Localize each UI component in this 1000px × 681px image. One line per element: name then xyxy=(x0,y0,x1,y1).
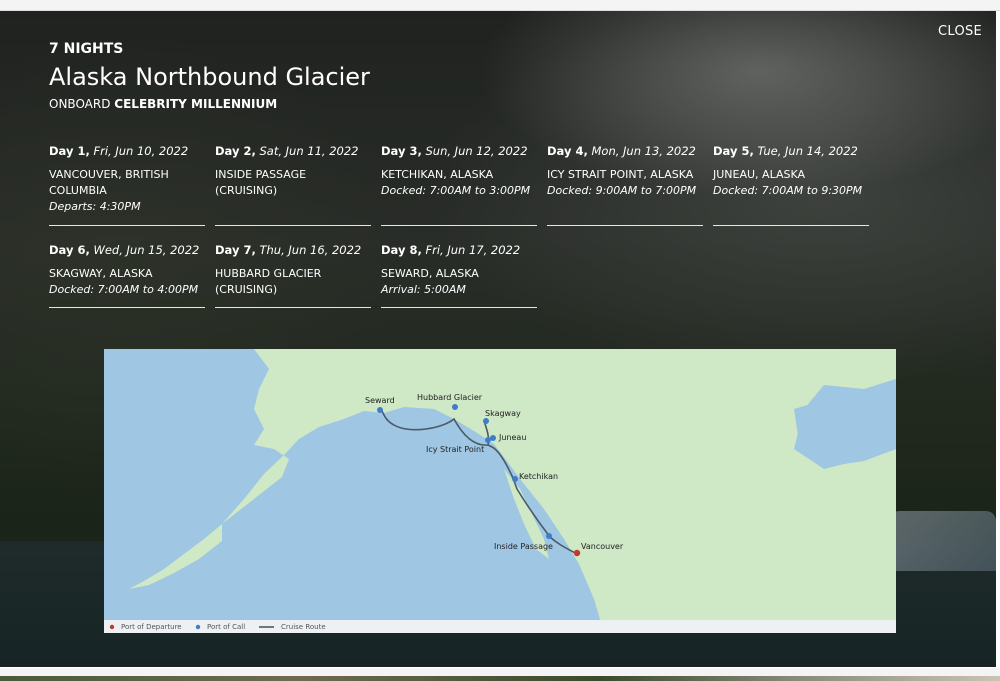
day-number: Day 2, xyxy=(215,144,256,158)
itinerary-day-6: Day 6, Wed, Jun 15, 2022 SKAGWAY, ALASKA… xyxy=(49,243,205,308)
day-number: Day 4, xyxy=(547,144,588,158)
day-port: VANCOUVER, BRITISH COLUMBIA xyxy=(49,168,169,197)
day-port: INSIDE PASSAGE (CRUISING) xyxy=(215,168,307,197)
day-date: Tue, Jun 14, 2022 xyxy=(757,144,858,158)
legend-departure-icon xyxy=(109,624,115,630)
day-number: Day 6, xyxy=(49,243,90,257)
port-marker-hubbard[interactable] xyxy=(452,404,458,410)
day-number: Day 1, xyxy=(49,144,90,158)
itinerary-day-1: Day 1, Fri, Jun 10, 2022 VANCOUVER, BRIT… xyxy=(49,144,205,226)
legend-call-icon xyxy=(195,624,201,630)
port-label-inside-passage: Inside Passage xyxy=(494,542,553,551)
browser-viewport: CLOSE 7 NIGHTS Alaska Northbound Glacier… xyxy=(0,0,1000,681)
legend-departure-label: Port of Departure xyxy=(121,623,182,631)
route-map-svg: Seward Hubbard Glacier Skagway Juneau Ic… xyxy=(104,349,896,633)
port-marker-seward[interactable] xyxy=(377,407,383,413)
route-map[interactable]: Seward Hubbard Glacier Skagway Juneau Ic… xyxy=(104,349,896,633)
day-date: Mon, Jun 13, 2022 xyxy=(591,144,696,158)
day-heading: Day 2, Sat, Jun 11, 2022 xyxy=(215,144,371,159)
day-heading: Day 3, Sun, Jun 12, 2022 xyxy=(381,144,537,159)
day-heading: Day 8, Fri, Jun 17, 2022 xyxy=(381,243,537,258)
legend-route-label: Cruise Route xyxy=(281,623,326,631)
port-marker-juneau[interactable] xyxy=(490,435,496,441)
day-date: Fri, Jun 10, 2022 xyxy=(93,144,189,158)
day-times: Departs: 4:30PM xyxy=(49,200,141,213)
port-marker-inside-passage[interactable] xyxy=(546,533,552,539)
day-date: Sun, Jun 12, 2022 xyxy=(425,144,528,158)
port-marker-skagway[interactable] xyxy=(483,418,489,424)
day-number: Day 7, xyxy=(215,243,256,257)
day-number: Day 3, xyxy=(381,144,422,158)
port-label-vancouver: Vancouver xyxy=(581,542,624,551)
port-label-juneau: Juneau xyxy=(498,433,526,442)
day-times: Docked: 9:00AM to 7:00PM xyxy=(547,184,697,197)
itinerary-day-5: Day 5, Tue, Jun 14, 2022 JUNEAU, ALASKA … xyxy=(713,144,869,226)
port-label-skagway: Skagway xyxy=(485,409,521,418)
itinerary-day-3: Day 3, Sun, Jun 12, 2022 KETCHIKAN, ALAS… xyxy=(381,144,537,226)
day-heading: Day 4, Mon, Jun 13, 2022 xyxy=(547,144,703,159)
itinerary-day-8: Day 8, Fri, Jun 17, 2022 SEWARD, ALASKA … xyxy=(381,243,537,308)
day-port: KETCHIKAN, ALASKA xyxy=(381,168,494,181)
day-port: JUNEAU, ALASKA xyxy=(713,168,806,181)
page-top-edge xyxy=(0,0,1000,11)
modal-content: CLOSE 7 NIGHTS Alaska Northbound Glacier… xyxy=(0,11,996,667)
day-times: Arrival: 5:00AM xyxy=(381,283,466,296)
onboard-prefix: ONBOARD xyxy=(49,97,111,111)
itinerary-day-2: Day 2, Sat, Jun 11, 2022 INSIDE PASSAGE … xyxy=(215,144,371,226)
day-heading: Day 6, Wed, Jun 15, 2022 xyxy=(49,243,205,258)
day-date: Wed, Jun 15, 2022 xyxy=(93,243,200,257)
day-heading: Day 1, Fri, Jun 10, 2022 xyxy=(49,144,205,159)
port-marker-vancouver[interactable] xyxy=(573,549,581,557)
legend-call-label: Port of Call xyxy=(207,623,246,631)
day-date: Fri, Jun 17, 2022 xyxy=(425,243,521,257)
day-number: Day 5, xyxy=(713,144,754,158)
port-label-seward: Seward xyxy=(365,396,395,405)
day-port: SKAGWAY, ALASKA xyxy=(49,267,153,280)
port-label-ketchikan: Ketchikan xyxy=(519,472,558,481)
day-date: Thu, Jun 16, 2022 xyxy=(259,243,362,257)
day-heading: Day 5, Tue, Jun 14, 2022 xyxy=(713,144,869,159)
port-label-icy-strait: Icy Strait Point xyxy=(426,445,484,454)
day-port: HUBBARD GLACIER (CRUISING) xyxy=(215,267,322,296)
itinerary-day-7: Day 7, Thu, Jun 16, 2022 HUBBARD GLACIER… xyxy=(215,243,371,308)
day-times: Docked: 7:00AM to 3:00PM xyxy=(381,184,531,197)
day-number: Day 8, xyxy=(381,243,422,257)
onboard-line: ONBOARD CELEBRITY MILLENNIUM xyxy=(49,97,277,111)
close-button[interactable]: CLOSE xyxy=(938,24,982,39)
page-bottom-image-strip xyxy=(0,676,1000,681)
nights-label: 7 NIGHTS xyxy=(49,41,124,57)
itinerary-modal: CLOSE 7 NIGHTS Alaska Northbound Glacier… xyxy=(0,11,996,667)
day-date: Sat, Jun 11, 2022 xyxy=(259,144,359,158)
itinerary-day-4: Day 4, Mon, Jun 13, 2022 ICY STRAIT POIN… xyxy=(547,144,703,226)
cruise-title: Alaska Northbound Glacier xyxy=(49,63,370,91)
day-heading: Day 7, Thu, Jun 16, 2022 xyxy=(215,243,371,258)
ship-name: CELEBRITY MILLENNIUM xyxy=(114,97,278,111)
day-port: ICY STRAIT POINT, ALASKA xyxy=(547,168,694,181)
map-legend: Port of Departure Port of Call Cruise Ro… xyxy=(104,620,896,633)
port-label-hubbard: Hubbard Glacier xyxy=(417,393,483,402)
day-port: SEWARD, ALASKA xyxy=(381,267,479,280)
day-times: Docked: 7:00AM to 4:00PM xyxy=(49,283,199,296)
day-times: Docked: 7:00AM to 9:30PM xyxy=(713,184,863,197)
port-marker-ketchikan[interactable] xyxy=(512,476,518,482)
